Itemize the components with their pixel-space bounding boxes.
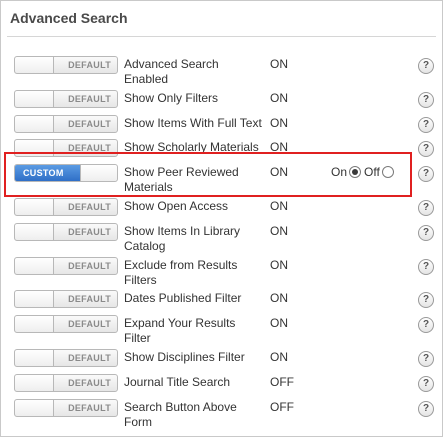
setting-label: Search Button Above Form xyxy=(124,400,237,429)
title-divider xyxy=(7,36,436,37)
setting-row: DEFAULT Exclude from Results Filters ON … xyxy=(1,257,442,287)
mode-toggle[interactable]: DEFAULT xyxy=(14,90,118,108)
section-title: Advanced Search xyxy=(10,10,128,26)
mode-toggle[interactable]: DEFAULT xyxy=(14,315,118,333)
toggle-knob xyxy=(15,91,54,107)
toggle-label: DEFAULT xyxy=(68,378,111,388)
setting-label: Show Items In Library Catalog xyxy=(124,224,241,253)
setting-label: Show Disciplines Filter xyxy=(124,350,245,364)
toggle-knob xyxy=(15,116,54,132)
help-icon[interactable]: ? xyxy=(418,92,434,108)
toggle-label: DEFAULT xyxy=(68,353,111,363)
setting-value: OFF xyxy=(270,400,294,414)
mode-toggle[interactable]: DEFAULT xyxy=(14,349,118,367)
mode-toggle[interactable]: DEFAULT xyxy=(14,257,118,275)
toggle-label: DEFAULT xyxy=(68,319,111,329)
help-icon[interactable]: ? xyxy=(418,317,434,333)
help-icon[interactable]: ? xyxy=(418,351,434,367)
setting-value: OFF xyxy=(270,375,294,389)
toggle-knob xyxy=(15,400,54,416)
setting-label: Exclude from Results Filters xyxy=(124,258,238,287)
toggle-label: DEFAULT xyxy=(68,60,111,70)
setting-label: Advanced Search Enabled xyxy=(124,57,219,86)
help-icon[interactable]: ? xyxy=(418,58,434,74)
toggle-label: DEFAULT xyxy=(68,227,111,237)
setting-value: ON xyxy=(270,350,288,364)
setting-value: ON xyxy=(270,116,288,130)
mode-toggle[interactable]: DEFAULT xyxy=(14,290,118,308)
toggle-knob xyxy=(15,291,54,307)
mode-toggle[interactable]: DEFAULT xyxy=(14,56,118,74)
toggle-knob xyxy=(15,224,54,240)
setting-row: DEFAULT Show Disciplines Filter ON ? xyxy=(1,349,442,373)
setting-value: ON xyxy=(270,224,288,238)
setting-label: Journal Title Search xyxy=(124,375,231,389)
mode-toggle[interactable]: DEFAULT xyxy=(14,374,118,392)
toggle-label: DEFAULT xyxy=(68,261,111,271)
toggle-knob xyxy=(15,375,54,391)
setting-value: ON xyxy=(270,199,288,213)
setting-label: Show Only Filters xyxy=(124,91,219,105)
mode-toggle[interactable]: DEFAULT xyxy=(14,115,118,133)
help-icon[interactable]: ? xyxy=(418,259,434,275)
help-icon[interactable]: ? xyxy=(418,292,434,308)
setting-value: ON xyxy=(270,316,288,330)
mode-toggle[interactable]: DEFAULT xyxy=(14,399,118,417)
setting-value: ON xyxy=(270,91,288,105)
toggle-label: DEFAULT xyxy=(68,403,111,413)
toggle-label: DEFAULT xyxy=(68,202,111,212)
setting-row: DEFAULT Search Button Above Form OFF ? xyxy=(1,399,442,429)
help-icon[interactable]: ? xyxy=(418,141,434,157)
setting-row: DEFAULT Show Open Access ON ? xyxy=(1,198,442,222)
advanced-search-panel: Advanced Search DEFAULT Advanced Search … xyxy=(0,0,443,437)
toggle-label: DEFAULT xyxy=(68,294,111,304)
help-icon[interactable]: ? xyxy=(418,166,434,182)
setting-row: DEFAULT Dates Published Filter ON ? xyxy=(1,290,442,314)
highlight-box xyxy=(4,152,412,197)
help-icon[interactable]: ? xyxy=(418,117,434,133)
help-icon[interactable]: ? xyxy=(418,200,434,216)
toggle-knob xyxy=(15,258,54,274)
setting-value: ON xyxy=(270,291,288,305)
setting-label: Show Open Access xyxy=(124,199,229,213)
mode-toggle[interactable]: DEFAULT xyxy=(14,198,118,216)
setting-row: DEFAULT Expand Your Results Filter ON ? xyxy=(1,315,442,345)
toggle-knob xyxy=(15,350,54,366)
toggle-knob xyxy=(15,316,54,332)
setting-row: DEFAULT Show Only Filters ON ? xyxy=(1,90,442,114)
toggle-knob xyxy=(15,199,54,215)
toggle-label: DEFAULT xyxy=(68,119,111,129)
setting-value: ON xyxy=(270,258,288,272)
setting-label: Expand Your Results Filter xyxy=(124,316,236,345)
help-icon[interactable]: ? xyxy=(418,401,434,417)
help-icon[interactable]: ? xyxy=(418,376,434,392)
toggle-knob xyxy=(15,57,54,73)
setting-row: DEFAULT Advanced Search Enabled ON ? xyxy=(1,56,442,86)
setting-value: ON xyxy=(270,57,288,71)
toggle-label: DEFAULT xyxy=(68,94,111,104)
mode-toggle[interactable]: DEFAULT xyxy=(14,223,118,241)
setting-label: Show Items With Full Text xyxy=(124,116,262,130)
setting-row: DEFAULT Journal Title Search OFF ? xyxy=(1,374,442,398)
setting-row: DEFAULT Show Items In Library Catalog ON… xyxy=(1,223,442,253)
setting-row: DEFAULT Show Items With Full Text ON ? xyxy=(1,115,442,139)
help-icon[interactable]: ? xyxy=(418,225,434,241)
setting-label: Dates Published Filter xyxy=(124,291,242,305)
